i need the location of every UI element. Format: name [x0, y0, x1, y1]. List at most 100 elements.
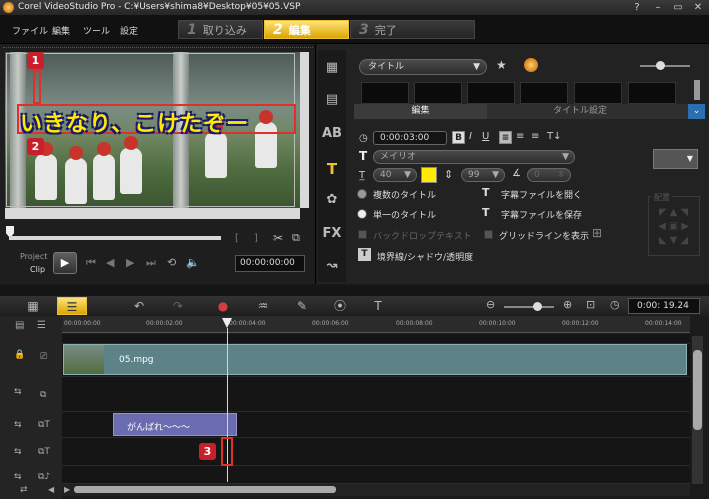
- clip-label[interactable]: Clip: [30, 265, 45, 274]
- voice-track[interactable]: [62, 438, 690, 466]
- timeline-grip[interactable]: [0, 285, 709, 296]
- title-caption[interactable]: いきなり、こけたぞー: [20, 106, 249, 138]
- path-icon[interactable]: ↝: [322, 258, 342, 276]
- step-share[interactable]: 3 完了: [350, 20, 475, 39]
- timeline-hscroll-thumb[interactable]: [74, 486, 336, 493]
- angle-field[interactable]: 0 ⇳: [527, 168, 571, 182]
- close-icon[interactable]: ✕: [690, 1, 706, 14]
- library-scrollbar[interactable]: [694, 80, 700, 100]
- border-shadow-icon[interactable]: T: [358, 248, 371, 261]
- transition-icon[interactable]: AB: [322, 126, 342, 144]
- title-icon[interactable]: T: [322, 160, 342, 178]
- maximize-icon[interactable]: ▭: [670, 1, 686, 14]
- timeline-vscroll-thumb[interactable]: [693, 350, 702, 430]
- font-dropdown[interactable]: メイリオ ▼: [373, 150, 575, 164]
- single-title-radio[interactable]: [357, 209, 367, 219]
- step-edit[interactable]: 2 編集: [264, 20, 349, 39]
- track-lock-icon[interactable]: 🔒: [14, 350, 25, 360]
- add-favorite-icon[interactable]: ★: [496, 58, 507, 72]
- title-thumbnail[interactable]: [361, 82, 409, 104]
- menu-edit[interactable]: 編集: [52, 24, 70, 37]
- step-capture[interactable]: 1 取り込み: [178, 20, 263, 39]
- zoom-in-icon[interactable]: ⊕: [563, 298, 572, 311]
- alignment-grid[interactable]: ◤▲◥ ◀▣▶ ◣▼◢: [654, 206, 696, 250]
- scrub-bar[interactable]: [9, 236, 221, 240]
- track-link-icon[interactable]: ⇆: [14, 472, 22, 482]
- track-link-icon[interactable]: ⇆: [14, 447, 22, 457]
- background-text-checkbox[interactable]: [358, 230, 367, 239]
- menu-settings[interactable]: 設定: [120, 24, 138, 37]
- duration-field[interactable]: 0:00:03:00: [373, 131, 447, 145]
- chapter-icon[interactable]: ☰: [37, 320, 46, 331]
- project-duration[interactable]: 0:00: 19.24: [628, 298, 700, 314]
- preview-vscrollbar[interactable]: [300, 52, 309, 208]
- open-subtitle-label[interactable]: 字幕ファイルを開く: [501, 188, 582, 201]
- panel-grip[interactable]: [3, 47, 313, 50]
- track-manager-icon[interactable]: ▤: [15, 320, 24, 331]
- category-dropdown[interactable]: タイトル ▼: [359, 59, 487, 75]
- title-thumbnail[interactable]: [628, 82, 676, 104]
- filter-icon[interactable]: FX: [322, 226, 342, 244]
- grid-settings-icon[interactable]: ⊞: [592, 226, 602, 240]
- style-dropdown[interactable]: ▼: [653, 149, 698, 169]
- fit-project-icon[interactable]: ⊡: [586, 298, 595, 311]
- font-color-swatch[interactable]: [421, 167, 437, 183]
- sound-mixer-icon[interactable]: ♒: [248, 297, 278, 315]
- zoom-slider[interactable]: [504, 306, 554, 308]
- align-right-button[interactable]: ≡: [531, 131, 539, 142]
- redo-icon[interactable]: ↷: [163, 297, 193, 315]
- vertical-text-button[interactable]: T↓: [547, 131, 562, 142]
- zoom-knob[interactable]: [533, 302, 542, 311]
- overlay-track[interactable]: [62, 377, 690, 412]
- border-shadow-label[interactable]: 境界線/シャドウ/透明度: [377, 250, 473, 263]
- align-center-button[interactable]: ≡: [516, 131, 524, 142]
- tab-title-setting[interactable]: タイトル設定: [490, 104, 670, 119]
- menu-orb-icon[interactable]: [524, 58, 538, 72]
- preview-scrollbar[interactable]: [5, 208, 300, 219]
- title-thumbnail[interactable]: [414, 82, 462, 104]
- help-icon[interactable]: ?: [629, 1, 645, 14]
- end-icon[interactable]: ⏭: [146, 256, 156, 270]
- motion-tracking-icon[interactable]: ⦿: [325, 297, 355, 315]
- scroll-left-icon[interactable]: ◀: [48, 485, 54, 494]
- track-link-icon[interactable]: ⇆: [14, 420, 22, 430]
- record-capture-icon[interactable]: ●: [208, 297, 238, 315]
- line-spacing-dropdown[interactable]: 99 ▼: [461, 168, 505, 182]
- scissors-icon[interactable]: ✂: [273, 231, 283, 245]
- collapse-tracks-icon[interactable]: ⇄: [20, 485, 28, 495]
- storyboard-view-icon[interactable]: ▦: [18, 297, 48, 315]
- mark-in-icon[interactable]: [: [235, 233, 239, 244]
- instant-project-icon[interactable]: ▤: [322, 92, 342, 110]
- volume-icon[interactable]: 🔈: [186, 256, 200, 269]
- save-subtitle-label[interactable]: 字幕ファイルを保存: [501, 208, 582, 221]
- bold-button[interactable]: B: [452, 131, 465, 144]
- media-icon[interactable]: ▦: [322, 60, 342, 78]
- title-thumbnail[interactable]: [467, 82, 515, 104]
- home-icon[interactable]: ⏮: [86, 256, 96, 270]
- menu-tools[interactable]: ツール: [83, 24, 110, 37]
- mark-out-icon[interactable]: ]: [254, 233, 258, 244]
- title-thumbnail[interactable]: [520, 82, 568, 104]
- undo-icon[interactable]: ↶: [124, 297, 154, 315]
- italic-button[interactable]: I: [469, 131, 472, 142]
- prev-frame-icon[interactable]: ◀: [106, 256, 114, 269]
- video-clip[interactable]: [63, 344, 687, 375]
- repeat-icon[interactable]: ⟲: [167, 256, 176, 269]
- minimize-icon[interactable]: –: [650, 1, 666, 14]
- enlarge-icon[interactable]: ⧉: [292, 231, 300, 245]
- save-subtitle-icon[interactable]: T: [482, 206, 490, 219]
- next-frame-icon[interactable]: ▶: [126, 256, 134, 269]
- graphic-icon[interactable]: ✿: [322, 192, 342, 210]
- thumb-size-knob[interactable]: [656, 61, 665, 70]
- tab-edit[interactable]: 編集: [354, 104, 487, 119]
- scroll-right-icon[interactable]: ▶: [64, 485, 70, 494]
- font-size-dropdown[interactable]: 40 ▼: [373, 168, 417, 182]
- track-link-icon[interactable]: ⇆: [14, 387, 22, 397]
- show-grid-checkbox[interactable]: [484, 230, 493, 239]
- thumb-size-slider[interactable]: [640, 65, 690, 67]
- align-left-button[interactable]: ≡: [499, 131, 512, 144]
- title-thumbnail[interactable]: [574, 82, 622, 104]
- multi-title-radio[interactable]: [357, 189, 367, 199]
- project-label[interactable]: Project: [20, 252, 47, 261]
- timeline-view-icon[interactable]: ☰: [57, 297, 87, 315]
